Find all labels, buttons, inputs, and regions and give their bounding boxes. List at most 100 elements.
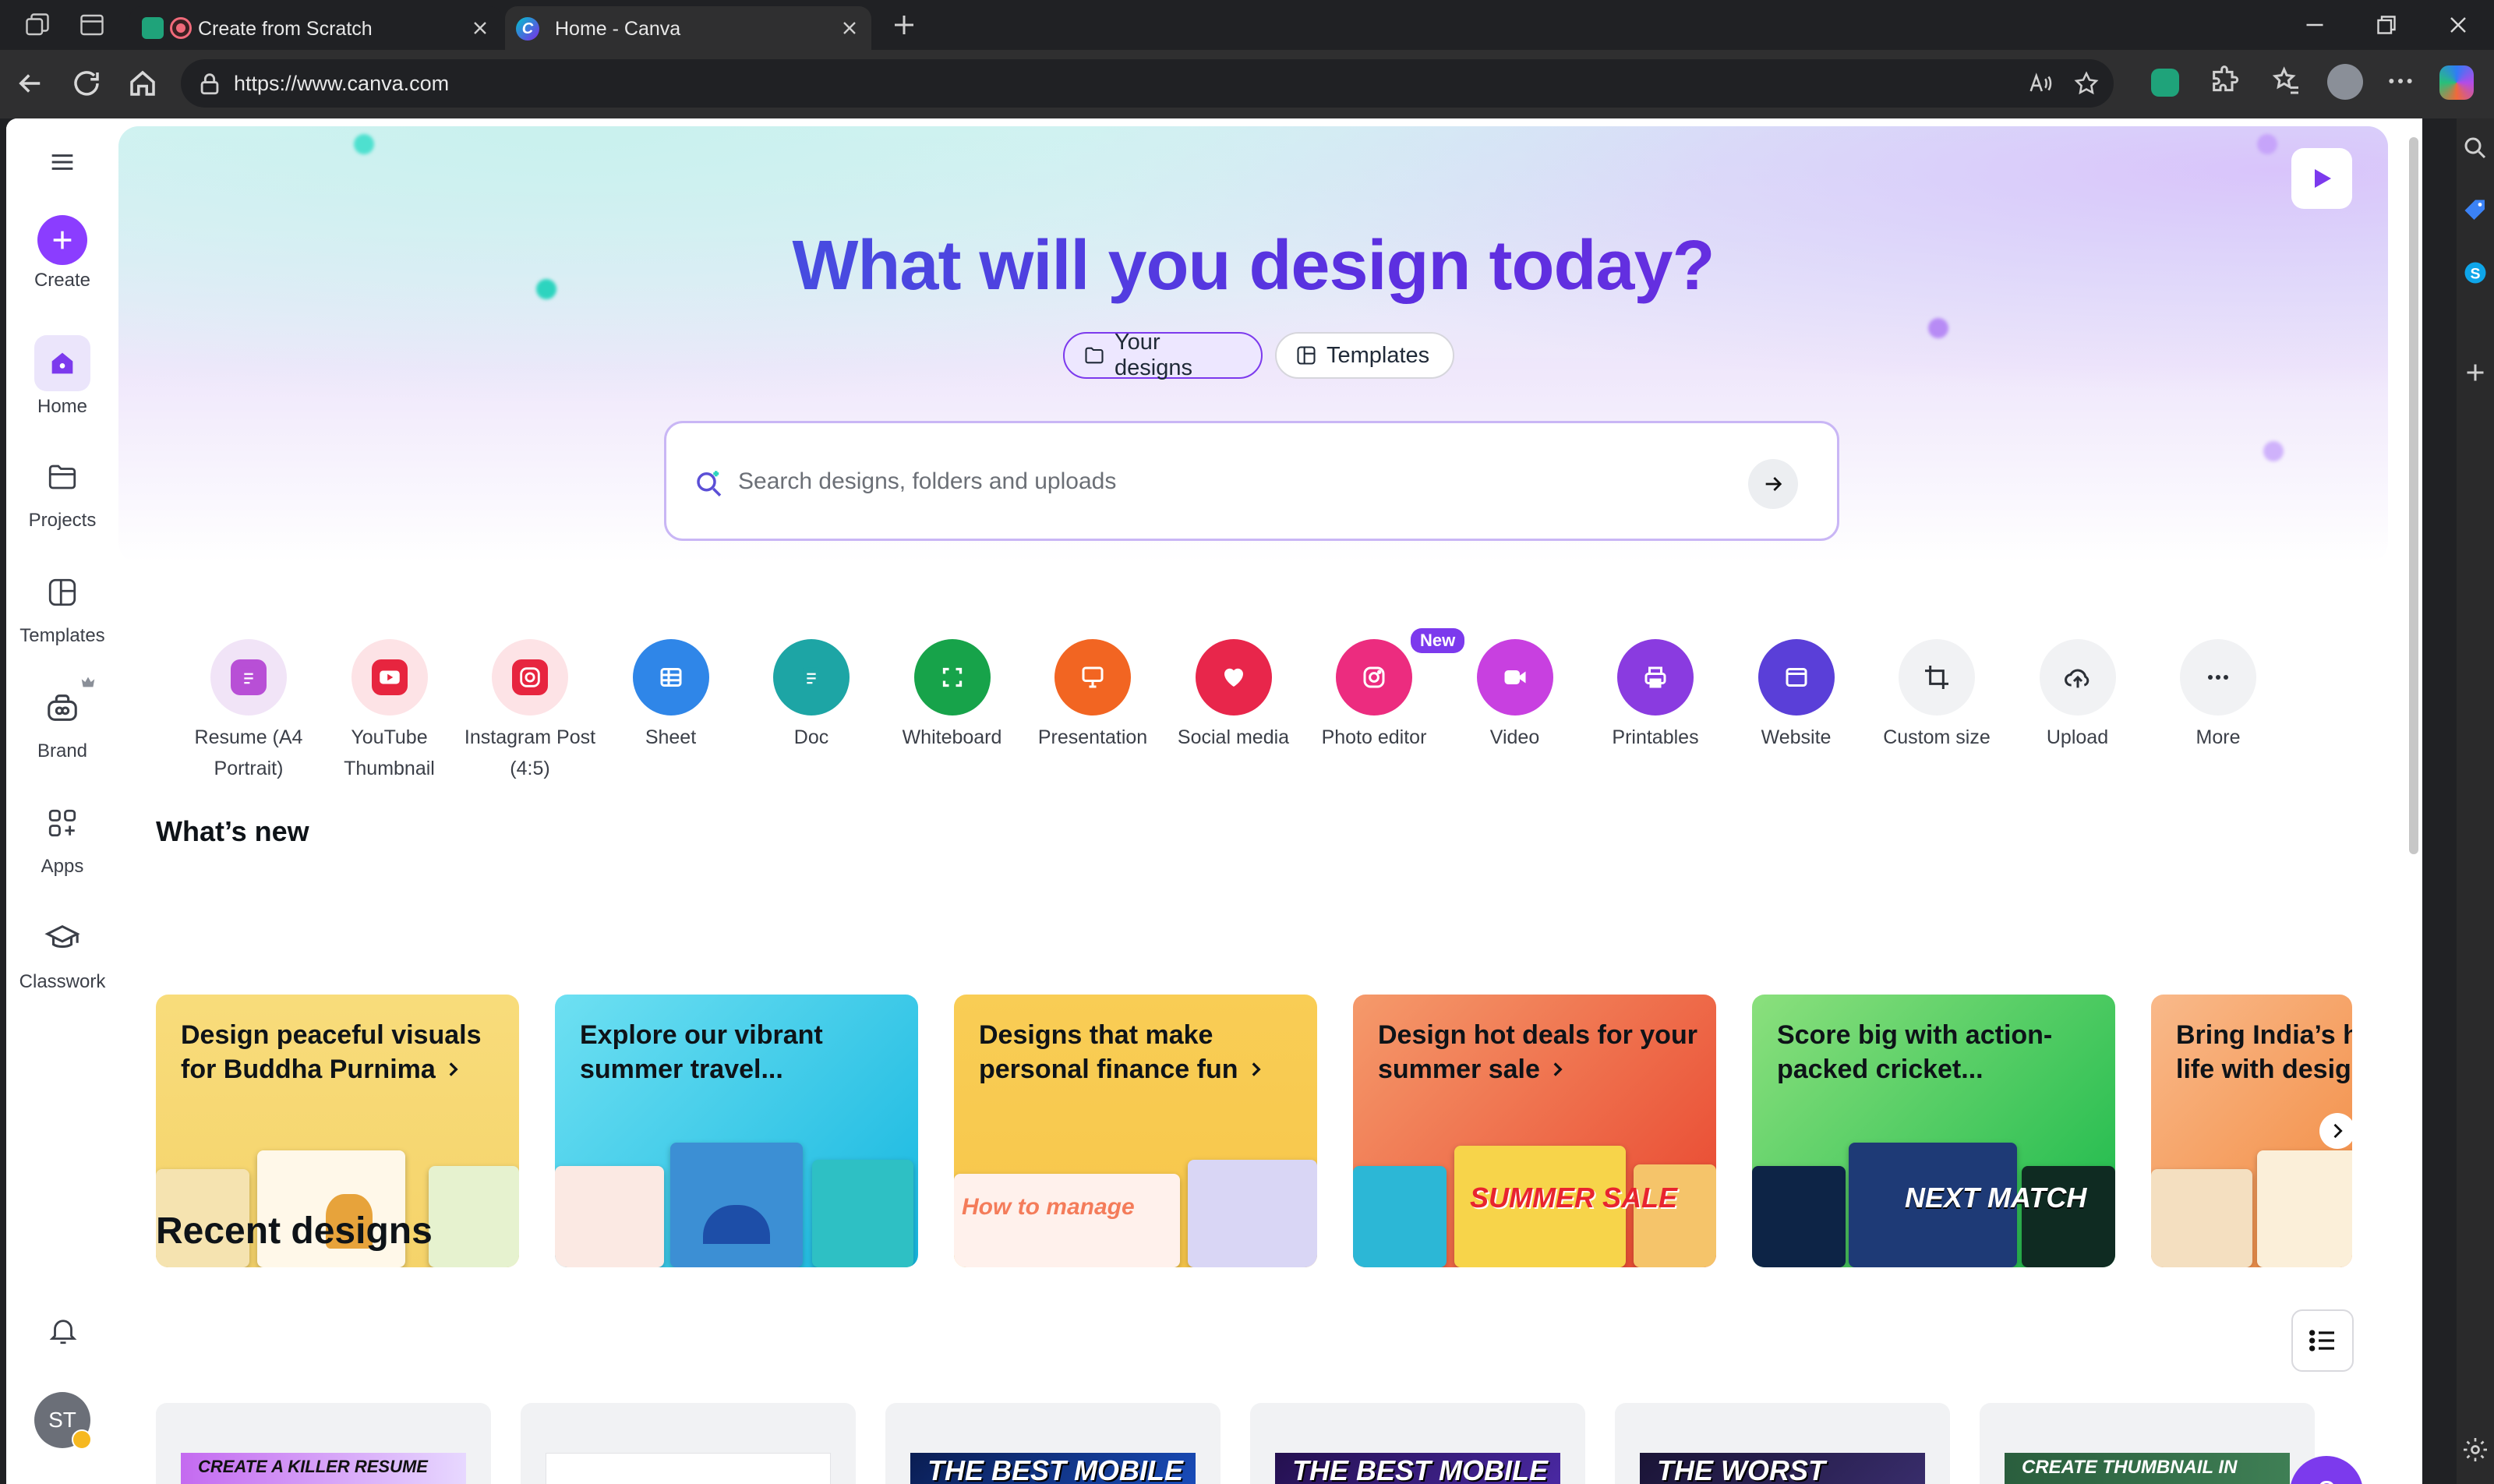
- new-tab-icon[interactable]: [890, 11, 918, 39]
- shortcut-website[interactable]: Website: [1727, 639, 1866, 753]
- sidebar-item-home[interactable]: Home: [6, 335, 118, 418]
- hero-banner: What will you design today? Your designs…: [118, 126, 2388, 563]
- notifications-bell-icon[interactable]: [47, 1314, 79, 1347]
- card-title: Design peaceful visuals for Buddha Purni…: [181, 1020, 482, 1084]
- url-text[interactable]: https://www.canva.com: [234, 72, 449, 96]
- search-input[interactable]: [738, 459, 1720, 504]
- sparkle-decoration: [1928, 318, 1948, 338]
- recent-design-card[interactable]: CREATE THUMBNAIL IN: [1980, 1403, 2315, 1484]
- close-window-icon[interactable]: [2444, 11, 2472, 39]
- sidebar-item-templates[interactable]: Templates: [6, 564, 118, 647]
- card-title: Bring India’s heritage to life with desi…: [2176, 1020, 2352, 1084]
- home-browser-icon[interactable]: [126, 67, 159, 100]
- sidebar-item-label: Brand: [37, 740, 88, 761]
- scrollbar-thumb[interactable]: [2409, 137, 2418, 854]
- sidebar-settings-icon[interactable]: [2461, 1436, 2489, 1464]
- whats-new-card[interactable]: Score big with action-packed cricket... N…: [1752, 995, 2115, 1267]
- avatar[interactable]: ST: [34, 1392, 92, 1450]
- shortcut-sheet[interactable]: Sheet: [602, 639, 740, 753]
- tab-templates[interactable]: Templates: [1275, 332, 1454, 379]
- thumbnail-text: CREATE A KILLER RESUME: [198, 1457, 428, 1476]
- create-button[interactable]: Create: [6, 215, 118, 292]
- restore-icon[interactable]: [2372, 11, 2400, 39]
- shortcut-photo-editor[interactable]: New Photo editor: [1305, 628, 1465, 753]
- skype-icon[interactable]: S: [2461, 259, 2489, 287]
- lock-icon[interactable]: [196, 70, 223, 97]
- favorites-icon[interactable]: [2271, 65, 2305, 100]
- shortcut-circle: [492, 639, 568, 716]
- crown-icon: [79, 673, 97, 691]
- whats-new-card[interactable]: Designs that make personal finance fun H…: [954, 995, 1317, 1267]
- svg-text:S: S: [2470, 266, 2480, 283]
- shortcut-social-media[interactable]: Social media: [1164, 639, 1303, 753]
- shortcut-whiteboard[interactable]: Whiteboard: [883, 639, 1022, 753]
- settings-more-icon[interactable]: [2385, 65, 2419, 100]
- address-bar[interactable]: https://www.canva.com: [181, 59, 2114, 108]
- browser-tab-bar: Create from Scratch C Home - Canva: [0, 0, 2494, 50]
- play-video-button[interactable]: [2291, 148, 2352, 209]
- close-tab-icon[interactable]: [839, 17, 860, 39]
- design-thumbnail: CREATE A KILLER RESUME: [181, 1453, 466, 1484]
- sidebar-item-brand[interactable]: Brand: [6, 677, 118, 762]
- sidebar-item-apps[interactable]: Apps: [6, 795, 118, 878]
- back-icon[interactable]: [14, 67, 47, 100]
- shortcut-doc[interactable]: Doc: [742, 639, 881, 753]
- close-tab-icon[interactable]: [469, 17, 491, 39]
- workspaces-icon[interactable]: [23, 11, 51, 39]
- recent-design-card[interactable]: THE WORST MOBILE GAMES: [1615, 1403, 1950, 1484]
- sidebar-item-label: Apps: [41, 856, 84, 877]
- shortcut-instagram-post-4-5[interactable]: Instagram Post (4:5): [461, 639, 599, 784]
- shortcut-presentation[interactable]: Presentation: [1023, 639, 1162, 753]
- favorite-star-icon[interactable]: [2073, 70, 2100, 97]
- brand-icon: [34, 677, 95, 736]
- list-view-button[interactable]: [2291, 1309, 2354, 1372]
- search-sidebar-icon[interactable]: [2461, 134, 2489, 162]
- menu-hamburger-icon[interactable]: [47, 147, 78, 178]
- recent-design-card[interactable]: THE BEST MOBILE GAMES: [885, 1403, 1221, 1484]
- minimize-icon[interactable]: [2301, 11, 2329, 39]
- refresh-icon[interactable]: [70, 67, 103, 100]
- sparkle-decoration: [354, 134, 374, 154]
- design-thumbnail: THE WORST MOBILE GAMES: [1640, 1453, 1925, 1484]
- shortcut-youtube-thumbnail[interactable]: YouTube Thumbnail: [320, 639, 459, 784]
- tab-your-designs[interactable]: Your designs: [1063, 330, 1263, 380]
- sidebar-item-projects[interactable]: Projects: [6, 449, 118, 532]
- recent-design-card[interactable]: THE BEST MOBILE GAMES: [1250, 1403, 1585, 1484]
- shopping-tag-icon[interactable]: [2461, 196, 2489, 224]
- read-aloud-icon[interactable]: [2026, 70, 2053, 97]
- whats-new-card[interactable]: Explore our vibrant summer travel...: [555, 995, 918, 1267]
- shortcut-label: Sheet: [645, 726, 697, 748]
- sidebar-item-classwork[interactable]: Classwork: [6, 910, 118, 993]
- home-icon: [34, 335, 90, 391]
- profile-avatar[interactable]: [2327, 64, 2363, 100]
- recent-design-card[interactable]: CREATE A KILLER RESUME: [156, 1403, 491, 1484]
- shortcut-upload[interactable]: Upload: [2008, 639, 2147, 753]
- shortcut-resume-a4-portrait[interactable]: Resume (A4 Portrait): [179, 639, 318, 784]
- shortcut-printables[interactable]: Printables: [1586, 639, 1725, 753]
- tab-actions-icon[interactable]: [78, 11, 106, 39]
- search-submit-button[interactable]: [1748, 459, 1798, 509]
- carousel-next-button[interactable]: [2319, 1113, 2355, 1149]
- shortcut-label: Doc: [793, 726, 829, 748]
- add-sidebar-app-icon[interactable]: [2461, 359, 2489, 387]
- recent-design-card[interactable]: [521, 1403, 856, 1484]
- tab-create-from-scratch[interactable]: Create from Scratch: [129, 6, 502, 50]
- whats-new-card[interactable]: Design hot deals for your summer sale SU…: [1353, 995, 1716, 1267]
- shortcut-video[interactable]: Video: [1446, 639, 1584, 753]
- page-scrollbar[interactable]: [2405, 118, 2422, 1484]
- extension-icon[interactable]: [2151, 69, 2179, 97]
- copilot-icon[interactable]: [2439, 65, 2474, 100]
- chevron-right-icon: [443, 1059, 463, 1079]
- shortcut-label: Printables: [1612, 726, 1699, 748]
- shortcut-custom-size[interactable]: Custom size: [1867, 639, 2006, 753]
- extensions-puzzle-icon[interactable]: [2209, 65, 2243, 100]
- search-bar[interactable]: [664, 421, 1839, 541]
- shortcut-label: Website: [1761, 726, 1832, 748]
- shortcut-more[interactable]: More: [2149, 639, 2287, 753]
- shortcut-circle: New: [1336, 628, 1465, 716]
- chevron-right-icon: [1547, 1059, 1567, 1079]
- shortcut-label: Photo editor: [1321, 726, 1427, 748]
- design-thumbnail: CREATE THUMBNAIL IN: [2005, 1453, 2290, 1484]
- card-artwork: NEXT MATCH: [1752, 1119, 2115, 1267]
- tab-home-canva[interactable]: C Home - Canva: [505, 6, 871, 50]
